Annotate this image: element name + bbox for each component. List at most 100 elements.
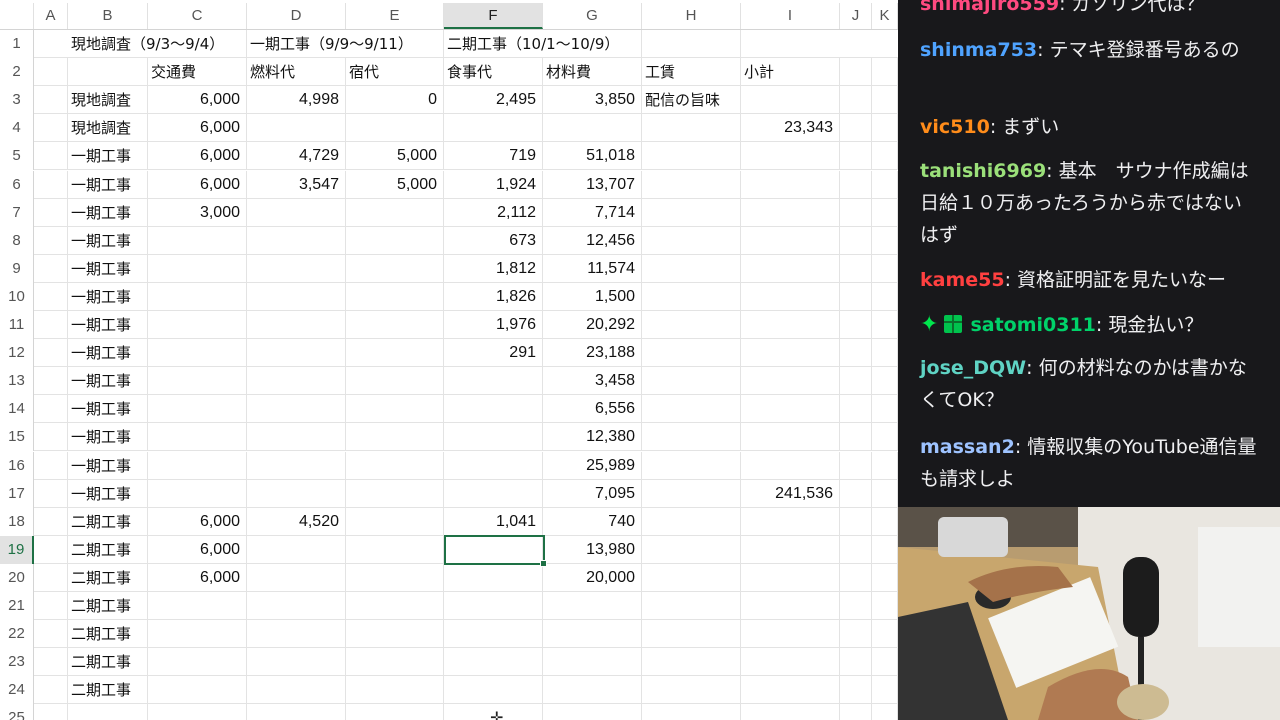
cell-d7[interactable] (247, 198, 346, 226)
column-header-j[interactable]: J (840, 3, 872, 29)
cell-e18[interactable] (346, 507, 444, 535)
cell-k18[interactable] (872, 507, 898, 535)
cell-d14[interactable] (247, 395, 346, 423)
cell-j8[interactable] (840, 226, 872, 254)
cell-b22[interactable]: 二期工事 (68, 620, 148, 648)
row-header[interactable]: 14 (0, 395, 34, 424)
cell-a4[interactable] (34, 114, 68, 142)
cell-i13[interactable] (741, 367, 840, 395)
cell-c1[interactable] (148, 30, 247, 57)
cell-g19[interactable]: 13,980 (543, 535, 642, 563)
cell-b3[interactable]: 現地調査 (68, 86, 148, 114)
cell-k23[interactable] (872, 648, 898, 676)
cell-a23[interactable] (34, 648, 68, 676)
cell-c25[interactable] (148, 704, 247, 720)
cell-d25[interactable] (247, 704, 346, 720)
cell-c19[interactable]: 6,000 (148, 535, 247, 563)
cell-e3[interactable]: 0 (346, 86, 444, 114)
spreadsheet[interactable]: ABCDEFGHIJK 1 現地調査（9/3～9/4） 一期工事（9/9～9/11）… (0, 0, 898, 720)
cell-j18[interactable] (840, 507, 872, 535)
cell-c11[interactable] (148, 311, 247, 338)
row-header[interactable]: 2 (0, 58, 34, 87)
row-header[interactable]: 1 (0, 30, 34, 58)
cell-f16[interactable] (444, 451, 543, 479)
cell-i16[interactable] (741, 451, 840, 479)
cell-b16[interactable]: 一期工事 (68, 451, 148, 479)
cell-e24[interactable] (346, 676, 444, 704)
column-header-a[interactable]: A (34, 3, 68, 29)
cell-k10[interactable] (872, 282, 898, 310)
cell-f4[interactable] (444, 114, 543, 142)
cell-i17[interactable]: 241,536 (741, 479, 840, 507)
cell-k16[interactable] (872, 451, 898, 479)
row-header[interactable]: 12 (0, 339, 34, 368)
cell-j6[interactable] (840, 170, 872, 198)
cell-f7[interactable]: 2,112 (444, 198, 543, 226)
cell-k17[interactable] (872, 479, 898, 507)
cell-d1[interactable]: 一期工事（9/9～9/11） (247, 30, 413, 57)
cell-d12[interactable] (247, 339, 346, 367)
cell-i14[interactable] (741, 395, 840, 423)
cell-f14[interactable] (444, 395, 543, 423)
row-header[interactable]: 3 (0, 86, 34, 115)
cell-k12[interactable] (872, 339, 898, 367)
cell-g22[interactable] (543, 620, 642, 648)
chat-username[interactable]: shimajiro559 (920, 0, 1059, 15)
cell-b8[interactable]: 一期工事 (68, 226, 148, 254)
cell-i20[interactable] (741, 563, 840, 591)
cell-j15[interactable] (840, 423, 872, 451)
cell-g11[interactable]: 20,292 (543, 311, 642, 338)
cell-b5[interactable]: 一期工事 (68, 142, 148, 170)
cell-c10[interactable] (148, 282, 247, 310)
cell-c20[interactable]: 6,000 (148, 563, 247, 591)
cell-j14[interactable] (840, 395, 872, 423)
cell-c2[interactable]: 交通費 (148, 58, 247, 86)
chat-username[interactable]: jose_DQW (920, 357, 1026, 379)
cell-h1[interactable] (642, 30, 741, 57)
cell-h24[interactable] (642, 676, 741, 704)
cell-c13[interactable] (148, 367, 247, 395)
cell-d2[interactable]: 燃料代 (247, 58, 346, 86)
cell-g12[interactable]: 23,188 (543, 339, 642, 367)
cell-k1[interactable] (872, 30, 898, 57)
row-header[interactable]: 16 (0, 451, 34, 480)
chat-username[interactable]: vic510 (920, 116, 990, 138)
cell-a20[interactable] (34, 563, 68, 591)
cell-k8[interactable] (872, 226, 898, 254)
cell-b13[interactable]: 一期工事 (68, 367, 148, 395)
chat-username[interactable]: satomi0311 (970, 314, 1095, 336)
cell-a17[interactable] (34, 479, 68, 507)
cell-g2[interactable]: 材料費 (543, 58, 642, 86)
cell-a1[interactable] (34, 30, 68, 57)
row-header[interactable]: 6 (0, 170, 34, 199)
cell-h2[interactable]: 工賃 (642, 58, 741, 86)
cell-j17[interactable] (840, 479, 872, 507)
cell-a21[interactable] (34, 592, 68, 619)
cell-b23[interactable]: 二期工事 (68, 648, 148, 676)
cell-a22[interactable] (34, 620, 68, 648)
cell-e14[interactable] (346, 395, 444, 423)
cell-g25[interactable] (543, 704, 642, 720)
cell-g17[interactable]: 7,095 (543, 479, 642, 507)
cell-d18[interactable]: 4,520 (247, 507, 346, 535)
cell-a9[interactable] (34, 254, 68, 282)
cell-d10[interactable] (247, 282, 346, 310)
row-header[interactable]: 11 (0, 311, 34, 339)
cell-c9[interactable] (148, 254, 247, 282)
cell-i8[interactable] (741, 226, 840, 254)
cell-i12[interactable] (741, 339, 840, 367)
cell-b11[interactable]: 一期工事 (68, 311, 148, 338)
cell-b4[interactable]: 現地調査 (68, 114, 148, 142)
cell-h16[interactable] (642, 451, 741, 479)
cell-j22[interactable] (840, 620, 872, 648)
row-header[interactable]: 23 (0, 648, 34, 677)
cell-c15[interactable] (148, 423, 247, 451)
cell-j4[interactable] (840, 114, 872, 142)
cell-a24[interactable] (34, 676, 68, 704)
cell-a8[interactable] (34, 226, 68, 254)
cell-k15[interactable] (872, 423, 898, 451)
row-header[interactable]: 4 (0, 114, 34, 143)
cell-j16[interactable] (840, 451, 872, 479)
cell-a6[interactable] (34, 170, 68, 198)
row-header[interactable]: 5 (0, 142, 34, 171)
